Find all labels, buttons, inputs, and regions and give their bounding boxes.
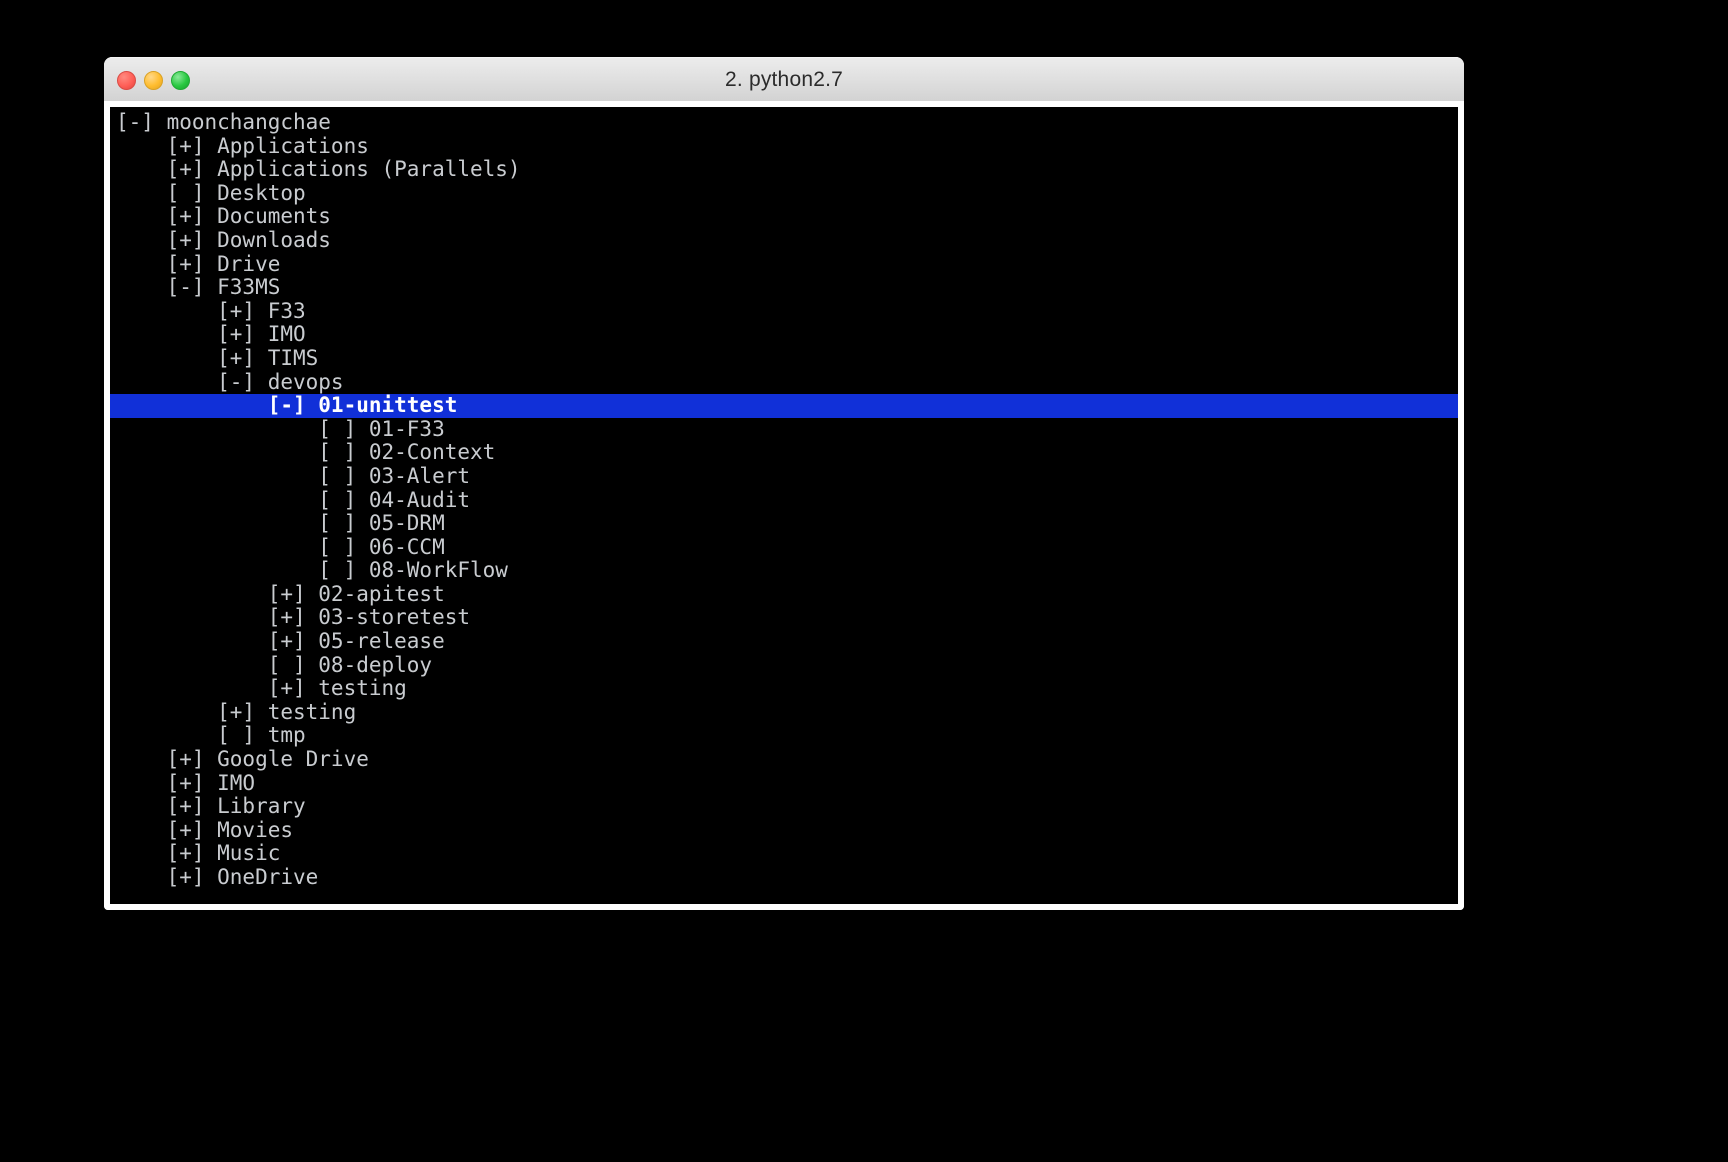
tree-row[interactable]: [+] F33 [110, 298, 1458, 324]
tree-row-text: [ ] 05-DRM [116, 511, 445, 536]
tree-row-text: [ ] 04-Audit [116, 487, 471, 512]
tree-row[interactable]: [+] IMO [110, 323, 1458, 347]
tree-row[interactable]: [ ] 08-WorkFlow [110, 559, 1458, 583]
tree-row[interactable]: [-] devops [110, 369, 1458, 395]
tree-row[interactable]: [ ] 05-DRM [110, 511, 1458, 536]
close-button-icon[interactable] [117, 70, 136, 90]
tree-row-text: [+] testing [116, 699, 357, 724]
window-title: 2. python2.7 [725, 68, 843, 91]
desktop-background: 2. python2.7 [-] moonchangchae [+] Appli… [0, 0, 1728, 1162]
tree-row-text: [+] 03-storetest [116, 605, 471, 630]
tree-row[interactable]: [+] 02-apitest [110, 581, 1458, 607]
tree-row[interactable]: [+] 03-storetest [110, 606, 1458, 630]
tree-row-text: [+] Google Drive [116, 747, 369, 772]
tree-row-text: [ ] 08-deploy [116, 652, 433, 677]
tree-row[interactable]: [ ] Desktop [110, 180, 1458, 206]
tree-row-text: [+] Library [116, 794, 306, 819]
tree-row-text: [ ] 08-WorkFlow [116, 558, 508, 583]
tree-row[interactable]: [ ] 08-deploy [110, 652, 1458, 678]
tree-row-text: [-] F33MS [116, 275, 281, 300]
tree-row[interactable]: [+] OneDrive [110, 865, 1458, 890]
terminal-frame: [-] moonchangchae [+] Applications [+] A… [104, 101, 1464, 910]
tree-row-text: [+] F33 [116, 298, 306, 323]
terminal-screen[interactable]: [-] moonchangchae [+] Applications [+] A… [110, 107, 1458, 904]
tree-row-text: [+] OneDrive [116, 865, 319, 889]
terminal-window: 2. python2.7 [-] moonchangchae [+] Appli… [104, 57, 1464, 910]
tree-row-text: [ ] 03-Alert [116, 463, 471, 488]
tree-row-text: [ ] Desktop [116, 180, 306, 205]
tree-row[interactable]: [+] Music [110, 842, 1458, 866]
tree-row-text: [+] testing [116, 676, 407, 701]
zoom-button-icon[interactable] [171, 70, 190, 90]
tree-row-text: [+] Movies [116, 817, 294, 842]
tree-row-text: [+] Music [116, 841, 281, 866]
tree-row[interactable]: [+] IMO [110, 770, 1458, 796]
tree-row-text: [-] 01-unittest [116, 393, 458, 418]
tree-row-text: [+] Applications [116, 133, 369, 158]
tree-row[interactable]: [ ] tmp [110, 724, 1458, 748]
tree-row-text: [+] Applications (Parallels) [116, 157, 521, 182]
minimize-button-icon[interactable] [144, 70, 163, 90]
tree-row[interactable]: [+] testing [110, 677, 1458, 701]
tree-row[interactable]: [+] Google Drive [110, 747, 1458, 772]
tree-row-text: [ ] 02-Context [116, 440, 496, 465]
tree-row-text: [-] devops [116, 369, 344, 394]
tree-row[interactable]: [+] Applications (Parallels) [110, 158, 1458, 182]
tree-row[interactable]: [ ] 03-Alert [110, 463, 1458, 489]
tree-row-selected[interactable]: [-] 01-unittest [110, 394, 1458, 418]
directory-tree: [-] moonchangchae [+] Applications [+] A… [110, 110, 1458, 890]
tree-row[interactable]: [+] Documents [110, 205, 1458, 229]
tree-row[interactable]: [+] TIMS [110, 345, 1458, 371]
tree-row-text: [+] 05-release [116, 629, 445, 654]
tree-row[interactable]: [+] Drive [110, 251, 1458, 277]
tree-row[interactable]: [-] F33MS [110, 276, 1458, 300]
tree-row[interactable]: [+] 05-release [110, 629, 1458, 654]
tree-row[interactable]: [+] Downloads [110, 227, 1458, 253]
tree-row[interactable]: [ ] 01-F33 [110, 416, 1458, 442]
tree-row-text: [ ] 06-CCM [116, 534, 445, 559]
tree-row[interactable]: [ ] 02-Context [110, 441, 1458, 465]
tree-row-text: [ ] tmp [116, 723, 306, 748]
tree-row[interactable]: [-] moonchangchae [110, 110, 1458, 135]
tree-row[interactable]: [+] Applications [110, 133, 1458, 159]
tree-row-text: [ ] 01-F33 [116, 416, 445, 441]
tree-row-text: [+] Drive [116, 251, 281, 276]
tree-row-text: [-] moonchangchae [116, 110, 331, 134]
tree-row-text: [+] 02-apitest [116, 581, 445, 606]
tree-row-text: [+] Documents [116, 204, 331, 229]
tree-row-text: [+] IMO [116, 322, 306, 347]
window-controls [117, 58, 190, 102]
tree-row[interactable]: [+] Movies [110, 817, 1458, 843]
window-titlebar[interactable]: 2. python2.7 [104, 57, 1464, 103]
tree-row[interactable]: [+] Library [110, 795, 1458, 819]
tree-row[interactable]: [+] testing [110, 699, 1458, 725]
tree-row[interactable]: [ ] 06-CCM [110, 534, 1458, 560]
tree-row-text: [+] TIMS [116, 345, 319, 370]
tree-row-text: [+] IMO [116, 770, 256, 795]
tree-row-text: [+] Downloads [116, 227, 331, 252]
tree-row[interactable]: [ ] 04-Audit [110, 487, 1458, 513]
